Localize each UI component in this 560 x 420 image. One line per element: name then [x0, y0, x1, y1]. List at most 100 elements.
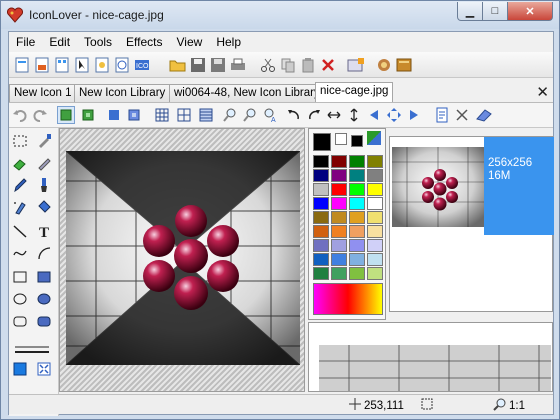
color-swatch[interactable]: [367, 155, 383, 168]
move-left-icon[interactable]: [365, 106, 383, 124]
menu-help[interactable]: Help: [209, 32, 248, 51]
editing-canvas[interactable]: [59, 128, 305, 392]
new-icon-button[interactable]: [13, 56, 31, 74]
menu-tools[interactable]: Tools: [77, 32, 119, 51]
color-swatch[interactable]: [349, 225, 365, 238]
color-swatch[interactable]: [331, 197, 347, 210]
ellipse-icon[interactable]: [11, 290, 29, 308]
tab-wi0064-48[interactable]: wi0064-48, New Icon Library 1: [169, 84, 335, 102]
line-width-selector[interactable]: [11, 340, 53, 358]
smudge-icon[interactable]: [35, 154, 53, 172]
color-swatch[interactable]: [367, 183, 383, 196]
transparent-icon[interactable]: [125, 106, 143, 124]
menu-edit[interactable]: Edit: [42, 32, 77, 51]
minimize-button[interactable]: ▁: [457, 2, 483, 21]
properties-icon[interactable]: [347, 56, 365, 74]
new-toolbar-image-button[interactable]: [113, 56, 131, 74]
zoom-in-icon[interactable]: [221, 106, 239, 124]
color-picker-icon[interactable]: [35, 132, 53, 150]
library-icon[interactable]: [395, 56, 413, 74]
curve-icon[interactable]: [11, 244, 29, 262]
eraser-clear-icon[interactable]: [475, 106, 493, 124]
paint-bucket-icon[interactable]: [35, 198, 53, 216]
grid-icon[interactable]: [153, 106, 171, 124]
filled-ellipse-icon[interactable]: [35, 290, 53, 308]
rotate-left-icon[interactable]: [285, 106, 303, 124]
selection-mode-icon[interactable]: [57, 106, 75, 124]
menu-file[interactable]: File: [9, 32, 42, 51]
rounded-rect-icon[interactable]: [11, 312, 29, 330]
menu-effects[interactable]: Effects: [119, 32, 169, 51]
tab-nice-cage[interactable]: nice-cage.jpg: [315, 82, 394, 102]
color-swatch[interactable]: [331, 155, 347, 168]
secondary-color-swatch[interactable]: [335, 133, 347, 145]
color-swatch[interactable]: [313, 183, 329, 196]
menu-view[interactable]: View: [170, 32, 210, 51]
extract-icon[interactable]: [375, 56, 393, 74]
zoom-out-icon[interactable]: [241, 106, 259, 124]
new-image-button[interactable]: [33, 56, 51, 74]
close-button[interactable]: ✕: [507, 2, 553, 21]
fill-icon[interactable]: [105, 106, 123, 124]
color-swatch[interactable]: [349, 267, 365, 280]
layer-icon[interactable]: [79, 106, 97, 124]
ico-format-button[interactable]: ICO: [133, 56, 151, 74]
airbrush-icon[interactable]: [11, 198, 29, 216]
color-swatch[interactable]: [349, 183, 365, 196]
redo-icon[interactable]: [31, 106, 49, 124]
color-swatch[interactable]: [331, 267, 347, 280]
preview-thumbnail[interactable]: [392, 147, 484, 227]
open-folder-icon[interactable]: [169, 56, 187, 74]
color-swatch[interactable]: [349, 169, 365, 182]
pencil-icon[interactable]: [11, 176, 29, 194]
custom-color-gradient[interactable]: [313, 283, 383, 315]
close-tab-icon[interactable]: ✕: [536, 83, 549, 101]
text-icon[interactable]: T: [35, 222, 53, 240]
cage-image[interactable]: [66, 151, 300, 365]
brush-icon[interactable]: [35, 176, 53, 194]
title-bar[interactable]: IconLover - nice-cage.jpg ▁ □ ✕: [1, 1, 559, 29]
paste-icon[interactable]: [299, 56, 317, 74]
color-swatch[interactable]: [331, 169, 347, 182]
undo-icon[interactable]: [11, 106, 29, 124]
color-swatch[interactable]: [331, 239, 347, 252]
color-swatch[interactable]: [367, 197, 383, 210]
color-swatch[interactable]: [331, 183, 347, 196]
rectangle-icon[interactable]: [11, 268, 29, 286]
color-swatch[interactable]: [367, 239, 383, 252]
pixel-grid-icon[interactable]: [197, 106, 215, 124]
color-swatch[interactable]: [331, 211, 347, 224]
image-format-entry[interactable]: 256x256 16M: [484, 137, 554, 235]
color-swatch[interactable]: [313, 239, 329, 252]
new-animated-cursor-button[interactable]: [93, 56, 111, 74]
delete-icon[interactable]: [319, 56, 337, 74]
maximize-button[interactable]: □: [482, 2, 508, 21]
color-swatch[interactable]: [313, 155, 329, 168]
color-swatch[interactable]: [313, 267, 329, 280]
flip-vertical-icon[interactable]: [345, 106, 363, 124]
save-all-icon[interactable]: [209, 56, 227, 74]
primary-color-swatch[interactable]: [313, 133, 331, 151]
document-props-icon[interactable]: [433, 106, 451, 124]
transparent-color-swatch[interactable]: [351, 135, 363, 147]
color-swatch[interactable]: [367, 211, 383, 224]
color-swatch[interactable]: [349, 197, 365, 210]
color-swatch[interactable]: [349, 155, 365, 168]
tab-new-icon-1[interactable]: New Icon 1: [9, 84, 77, 102]
cut-icon[interactable]: [259, 56, 277, 74]
rotate-right-icon[interactable]: [305, 106, 323, 124]
arc-icon[interactable]: [35, 244, 53, 262]
filled-rounded-rect-icon[interactable]: [35, 312, 53, 330]
filled-rectangle-icon[interactable]: [35, 268, 53, 286]
color-swatch[interactable]: [367, 253, 383, 266]
color-swatch[interactable]: [313, 211, 329, 224]
new-library-button[interactable]: [53, 56, 71, 74]
swap-colors-icon[interactable]: [367, 131, 381, 145]
color-swatch[interactable]: [367, 169, 383, 182]
color-swatch[interactable]: [313, 225, 329, 238]
crop-icon[interactable]: [453, 106, 471, 124]
color-swatch[interactable]: [349, 253, 365, 266]
tab-new-icon-library-1[interactable]: New Icon Library 1: [74, 84, 180, 102]
flip-horizontal-icon[interactable]: [325, 106, 343, 124]
move-all-icon[interactable]: [385, 106, 403, 124]
